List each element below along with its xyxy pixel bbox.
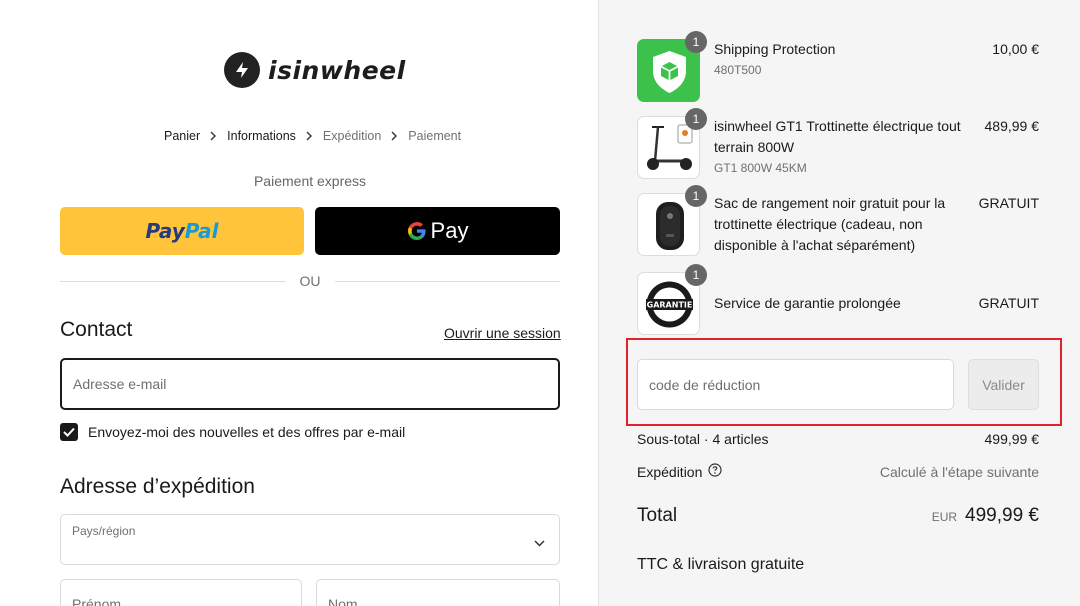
google-pay-label: Pay — [430, 218, 469, 243]
breadcrumb-payment: Paiement — [408, 129, 462, 143]
discount-code-input[interactable] — [637, 359, 954, 410]
breadcrumb-information: Informations — [227, 129, 296, 143]
item-name: isinwheel GT1 Trottinette électrique tou… — [714, 116, 964, 177]
chevron-right-icon — [210, 131, 217, 141]
logo-mark-icon — [224, 52, 260, 88]
breadcrumb-cart[interactable]: Panier — [164, 129, 200, 143]
chevron-right-icon — [306, 131, 313, 141]
first-name-field[interactable]: Prénom — [60, 579, 302, 606]
google-g-icon — [407, 222, 426, 240]
total-value: 499,99 € — [965, 505, 1039, 526]
country-label: Pays/région — [72, 524, 136, 538]
apply-discount-button[interactable]: Valider — [968, 359, 1039, 410]
newsletter-label: Envoyez-moi des nouvelles et des offres … — [88, 424, 406, 440]
total-label: Total — [637, 505, 678, 526]
item-name: Shipping Protection 480T500 — [714, 39, 964, 79]
chevron-right-icon — [391, 131, 398, 141]
item-variant: 480T500 — [714, 63, 762, 77]
country-select[interactable]: Pays/région — [60, 514, 560, 565]
breadcrumb: Panier Informations Expédition Paiement — [164, 129, 461, 143]
subtotal-row: Sous-total · 4 articles 499,99 € — [637, 431, 1039, 447]
quantity-badge: 1 — [685, 264, 707, 286]
or-text: OU — [299, 273, 321, 289]
item-name: Service de garantie prolongée — [714, 295, 901, 311]
order-summary-panel: 1 Shipping Protection 480T500 10,00 € 1 … — [598, 0, 1080, 606]
quantity-badge: 1 — [685, 31, 707, 53]
shipping-row: Expédition Calculé à l'étape suivante — [637, 463, 1039, 480]
or-divider: OU — [60, 273, 560, 289]
svg-text:GARANTIE: GARANTIE — [647, 301, 693, 310]
item-price: 489,99 € — [984, 118, 1040, 134]
total-row: Total EUR 499,99 € — [637, 505, 1039, 527]
express-checkout-label: Paiement express — [253, 173, 367, 189]
checkmark-icon — [63, 427, 75, 437]
total-currency: EUR — [931, 510, 958, 524]
shipping-value: Calculé à l'étape suivante — [879, 463, 1039, 480]
brand-name: isinwheel — [268, 55, 406, 85]
paypal-button[interactable]: PayPal — [60, 207, 304, 255]
tax-shipping-note: TTC & livraison gratuite — [637, 556, 805, 573]
subtotal-label: Sous-total · 4 articles — [637, 431, 769, 447]
breadcrumb-shipping: Expédition — [322, 129, 382, 143]
newsletter-checkbox-row[interactable]: Envoyez-moi des nouvelles et des offres … — [60, 423, 405, 441]
subtotal-value: 499,99 € — [984, 431, 1040, 447]
chevron-down-icon — [534, 534, 545, 552]
item-name: Sac de rangement noir gratuit pour la tr… — [714, 195, 946, 253]
contact-heading: Contact — [60, 318, 133, 341]
quantity-badge: 1 — [685, 108, 707, 130]
item-price: GRATUIT — [978, 195, 1039, 211]
shipping-address-heading: Adresse d’expédition — [60, 475, 255, 498]
login-link[interactable]: Ouvrir une session — [444, 325, 561, 341]
google-pay-button[interactable]: Pay — [315, 207, 560, 255]
quantity-badge: 1 — [685, 185, 707, 207]
item-price: GRATUIT — [978, 295, 1039, 311]
email-field[interactable] — [60, 358, 560, 410]
help-circle-icon[interactable] — [708, 463, 722, 480]
paypal-logo: PayPal — [145, 219, 219, 243]
item-price: 10,00 € — [992, 41, 1039, 57]
newsletter-checkbox[interactable] — [60, 423, 78, 441]
checkout-form-panel: isinwheel Panier Informations Expédition… — [0, 0, 598, 606]
shipping-label: Expédition — [637, 463, 703, 480]
last-name-field[interactable]: Nom — [316, 579, 560, 606]
brand-logo[interactable]: isinwheel — [224, 52, 406, 88]
item-variant: GT1 800W 45KM — [714, 161, 807, 175]
